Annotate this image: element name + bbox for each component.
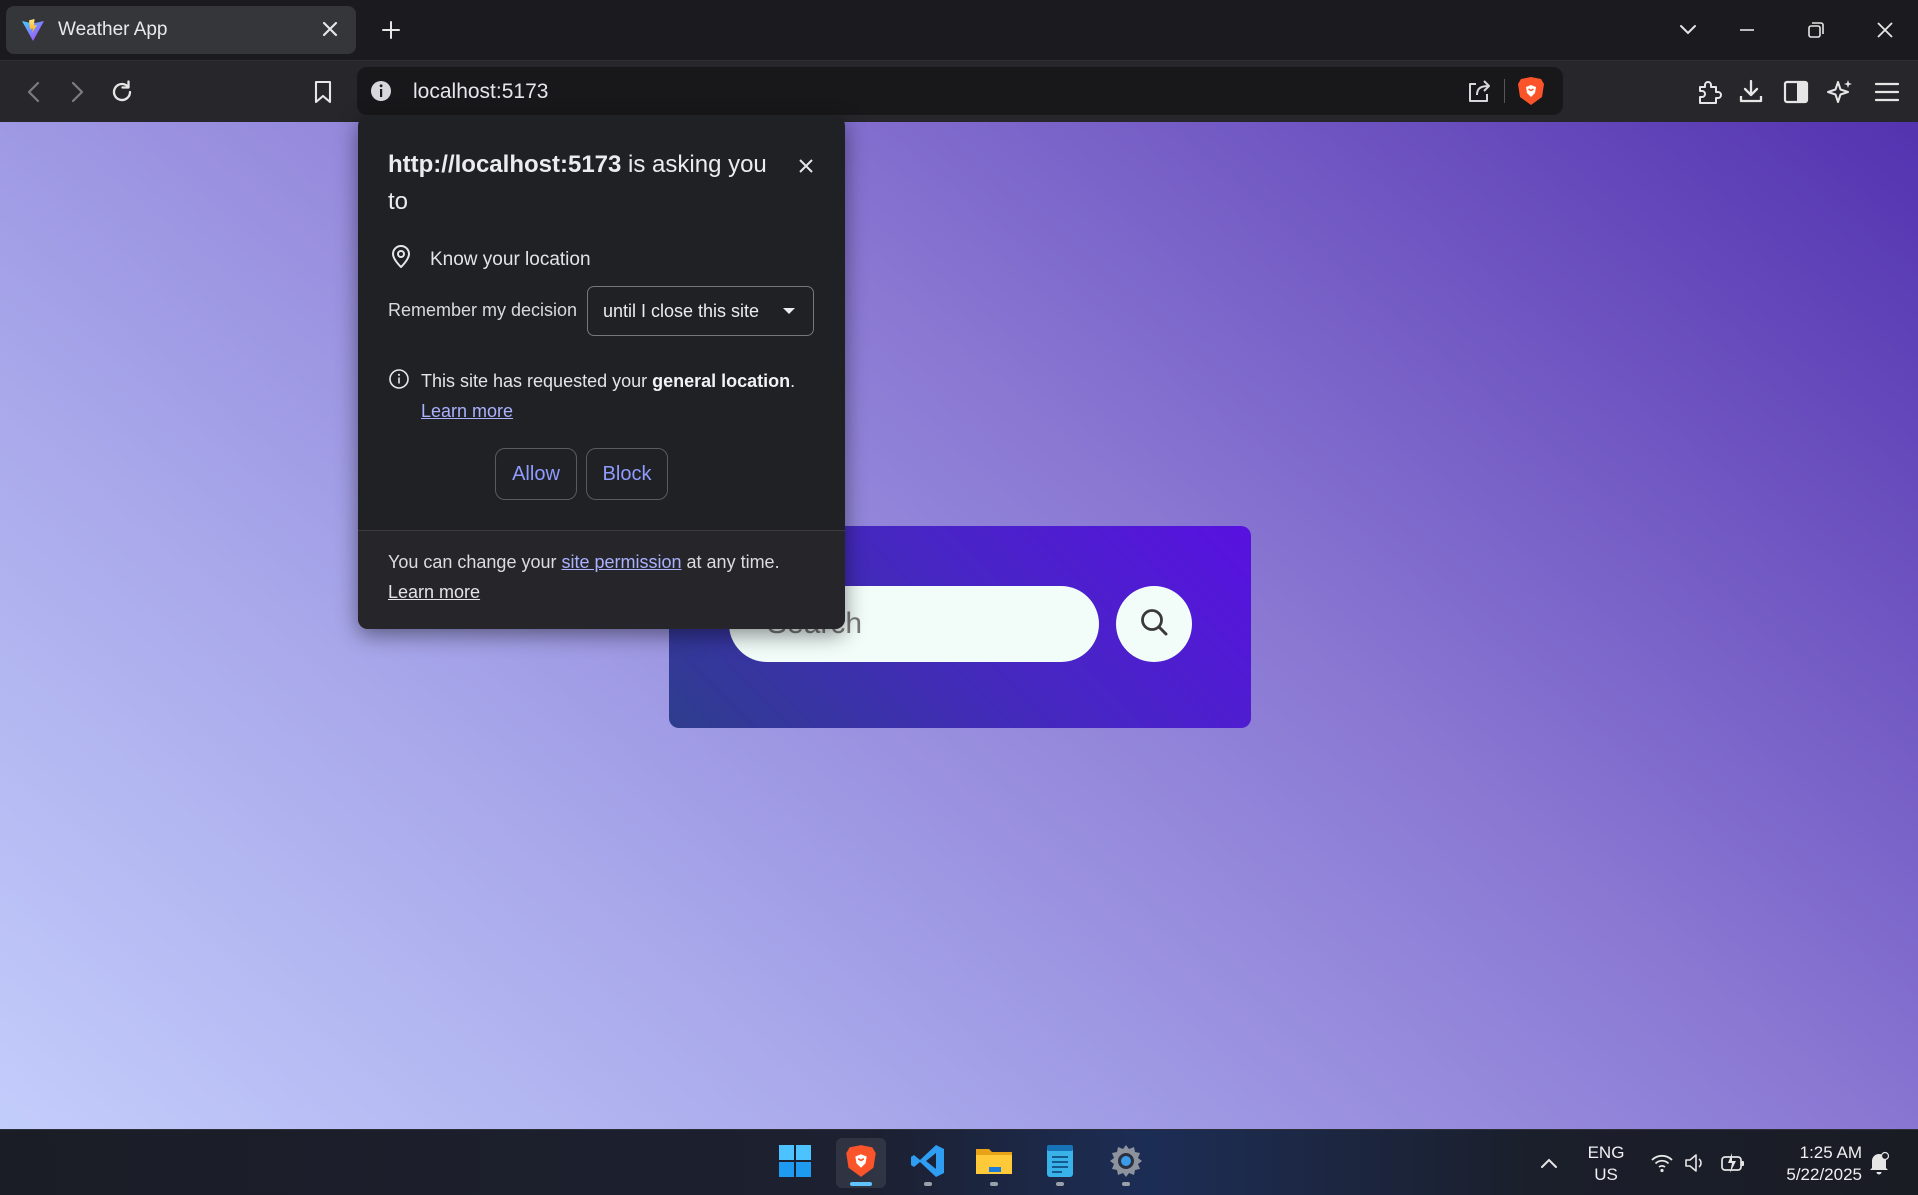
location-permission-dialog: http://localhost:5173 is asking you to K… <box>358 116 845 629</box>
taskbar-file-explorer[interactable] <box>969 1138 1019 1188</box>
tab-title: Weather App <box>58 19 168 40</box>
permission-row: Know your location <box>388 244 591 275</box>
dialog-title: http://localhost:5173 is asking you to <box>388 146 768 220</box>
download-icon[interactable] <box>1731 72 1771 112</box>
info-strong: general location <box>652 371 791 391</box>
brave-shields-icon[interactable] <box>1517 76 1545 106</box>
info-prefix: This site has requested your <box>421 371 653 391</box>
running-indicator <box>1056 1182 1064 1186</box>
forward-icon[interactable] <box>57 72 97 112</box>
vscode-icon <box>910 1143 946 1184</box>
info-suffix: . <box>790 371 796 391</box>
search-icon <box>1139 607 1169 642</box>
info-message: This site has requested your general loc… <box>388 366 818 426</box>
leo-ai-icon[interactable] <box>1820 72 1860 112</box>
remember-decision-dropdown[interactable]: until I close this site <box>587 286 814 336</box>
wifi-icon[interactable] <box>1649 1150 1675 1176</box>
dialog-footer: You can change your site permission at a… <box>358 530 845 629</box>
new-tab-button[interactable] <box>373 12 409 48</box>
site-permission-link[interactable]: site permission <box>561 552 681 572</box>
language-line1: ENG <box>1587 1143 1625 1162</box>
volume-icon[interactable] <box>1683 1150 1709 1176</box>
windows-taskbar: ENG US 1:25 AM 5/22/2025 <box>0 1129 1918 1195</box>
taskbar-vscode[interactable] <box>903 1138 953 1188</box>
dialog-origin: http://localhost:5173 <box>388 151 622 178</box>
weather-app-page <box>0 122 1918 1129</box>
browser-toolbar: localhost:5173 <box>0 60 1918 122</box>
omnibox-separator <box>1504 79 1505 103</box>
clock-time: 1:25 AM <box>1799 1143 1862 1162</box>
learn-more-link[interactable]: Learn more <box>421 401 513 421</box>
settings-gear-icon <box>1108 1143 1144 1184</box>
share-icon[interactable] <box>1465 77 1493 105</box>
bookmark-icon[interactable] <box>303 72 343 112</box>
url-text[interactable]: localhost:5173 <box>413 80 548 104</box>
language-indicator[interactable]: ENG US <box>1580 1142 1632 1186</box>
window-close-icon[interactable] <box>1865 10 1905 50</box>
taskbar-brave[interactable] <box>836 1138 886 1188</box>
dropdown-arrow-icon <box>783 308 795 314</box>
info-text: This site has requested your general loc… <box>421 366 818 426</box>
menu-icon[interactable] <box>1867 72 1907 112</box>
restore-icon[interactable] <box>1796 10 1836 50</box>
reload-icon[interactable] <box>102 72 142 112</box>
windows-start-icon <box>778 1144 812 1183</box>
dialog-close-icon[interactable] <box>790 150 822 182</box>
tab-close-icon[interactable] <box>318 17 342 43</box>
taskbar-notepad[interactable] <box>1035 1138 1085 1188</box>
show-hidden-icons-icon[interactable] <box>1536 1150 1562 1176</box>
running-indicator <box>990 1182 998 1186</box>
notepad-icon <box>1045 1143 1075 1184</box>
footer-prefix: You can change your <box>388 552 562 572</box>
search-button[interactable] <box>1116 586 1192 662</box>
running-indicator <box>924 1182 932 1186</box>
vite-logo-icon <box>20 17 46 43</box>
location-pin-icon <box>388 244 414 275</box>
address-bar[interactable]: localhost:5173 <box>357 67 1563 115</box>
brave-browser-icon <box>845 1144 877 1183</box>
clock-date: 5/22/2025 <box>1786 1165 1862 1184</box>
tab-weather-app[interactable]: Weather App <box>6 6 356 54</box>
battery-charging-icon[interactable] <box>1720 1150 1746 1176</box>
sidebar-icon[interactable] <box>1776 72 1816 112</box>
footer-learn-more-link[interactable]: Learn more <box>388 582 480 602</box>
permission-label: Know your location <box>430 248 591 270</box>
tab-search-icon[interactable] <box>1668 10 1708 50</box>
folder-icon <box>975 1145 1013 1182</box>
block-button[interactable]: Block <box>586 448 668 500</box>
active-indicator <box>850 1182 872 1186</box>
language-line2: US <box>1594 1165 1618 1184</box>
taskbar-settings[interactable] <box>1101 1138 1151 1188</box>
extensions-icon[interactable] <box>1689 72 1729 112</box>
notification-bell-icon[interactable] <box>1866 1150 1892 1176</box>
clock[interactable]: 1:25 AM 5/22/2025 <box>1762 1142 1862 1186</box>
running-indicator <box>1122 1182 1130 1186</box>
back-icon[interactable] <box>14 72 54 112</box>
footer-text: You can change your site permission at a… <box>388 547 818 607</box>
remember-decision-value: until I close this site <box>603 300 760 321</box>
footer-suffix: at any time. <box>681 552 780 572</box>
windows-start-button[interactable] <box>770 1138 820 1188</box>
tab-bar: Weather App <box>0 0 1918 60</box>
minimize-icon[interactable] <box>1727 10 1767 50</box>
info-icon <box>388 368 410 390</box>
site-info-icon[interactable] <box>369 79 393 103</box>
allow-button[interactable]: Allow <box>495 448 577 500</box>
remember-decision-label: Remember my decision <box>388 300 578 320</box>
